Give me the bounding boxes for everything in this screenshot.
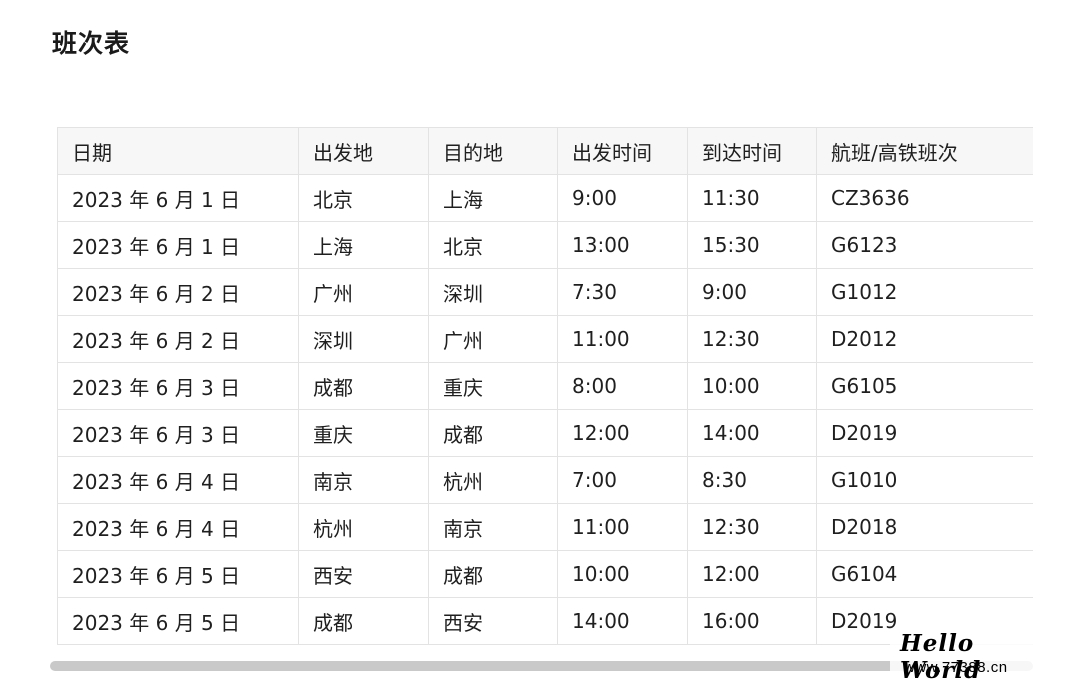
horizontal-scrollbar[interactable] [50, 661, 1033, 671]
header-date[interactable]: 日期 [57, 127, 299, 175]
header-train-flight-number[interactable]: 航班/高铁班次 [816, 127, 1033, 175]
cell-destination: 上海 [428, 174, 558, 222]
cell-number: G1012 [816, 268, 1033, 316]
cell-date: 2023 年 6 月 3 日 [57, 409, 299, 457]
cell-number: G1010 [816, 456, 1033, 504]
cell-departure-time: 8:00 [557, 362, 688, 410]
header-origin[interactable]: 出发地 [298, 127, 429, 175]
cell-origin: 深圳 [298, 315, 429, 363]
cell-arrival-time: 12:30 [687, 503, 817, 551]
table-header-row: 日期 出发地 目的地 出发时间 到达时间 航班/高铁班次 [57, 127, 1033, 175]
cell-number: G6104 [816, 550, 1033, 598]
table-row[interactable]: 2023 年 6 月 2 日 深圳 广州 11:00 12:30 D2012 [57, 315, 1033, 363]
cell-arrival-time: 10:00 [687, 362, 817, 410]
cell-destination: 成都 [428, 409, 558, 457]
cell-arrival-time: 9:00 [687, 268, 817, 316]
cell-date: 2023 年 6 月 3 日 [57, 362, 299, 410]
cell-number: D2012 [816, 315, 1033, 363]
scrollbar-thumb[interactable] [50, 661, 1033, 671]
cell-departure-time: 12:00 [557, 409, 688, 457]
table-row[interactable]: 2023 年 6 月 1 日 上海 北京 13:00 15:30 G6123 [57, 221, 1033, 269]
cell-departure-time: 7:00 [557, 456, 688, 504]
table-row[interactable]: 2023 年 6 月 5 日 西安 成都 10:00 12:00 G6104 [57, 550, 1033, 598]
cell-date: 2023 年 6 月 5 日 [57, 597, 299, 645]
table-viewport: 日期 出发地 目的地 出发时间 到达时间 航班/高铁班次 2023 年 6 月 … [57, 127, 1033, 655]
cell-destination: 成都 [428, 550, 558, 598]
cell-date: 2023 年 6 月 4 日 [57, 456, 299, 504]
cell-arrival-time: 11:30 [687, 174, 817, 222]
cell-date: 2023 年 6 月 2 日 [57, 268, 299, 316]
cell-departure-time: 11:00 [557, 503, 688, 551]
cell-origin: 成都 [298, 597, 429, 645]
cell-departure-time: 10:00 [557, 550, 688, 598]
table-row[interactable]: 2023 年 6 月 1 日 北京 上海 9:00 11:30 CZ3636 [57, 174, 1033, 222]
table-row[interactable]: 2023 年 6 月 4 日 杭州 南京 11:00 12:30 D2018 [57, 503, 1033, 551]
watermark: Hello World www.77388.cn [890, 630, 1050, 684]
cell-destination: 重庆 [428, 362, 558, 410]
cell-date: 2023 年 6 月 2 日 [57, 315, 299, 363]
cell-origin: 南京 [298, 456, 429, 504]
cell-date: 2023 年 6 月 4 日 [57, 503, 299, 551]
cell-destination: 深圳 [428, 268, 558, 316]
cell-date: 2023 年 6 月 1 日 [57, 221, 299, 269]
cell-arrival-time: 14:00 [687, 409, 817, 457]
header-arrival-time[interactable]: 到达时间 [687, 127, 817, 175]
cell-departure-time: 14:00 [557, 597, 688, 645]
table-row[interactable]: 2023 年 6 月 5 日 成都 西安 14:00 16:00 D2019 [57, 597, 1033, 645]
table-row[interactable]: 2023 年 6 月 3 日 成都 重庆 8:00 10:00 G6105 [57, 362, 1033, 410]
table-row[interactable]: 2023 年 6 月 2 日 广州 深圳 7:30 9:00 G1012 [57, 268, 1033, 316]
cell-departure-time: 7:30 [557, 268, 688, 316]
cell-origin: 杭州 [298, 503, 429, 551]
schedule-table: 日期 出发地 目的地 出发时间 到达时间 航班/高铁班次 2023 年 6 月 … [57, 127, 1033, 645]
cell-departure-time: 13:00 [557, 221, 688, 269]
table-row[interactable]: 2023 年 6 月 4 日 南京 杭州 7:00 8:30 G1010 [57, 456, 1033, 504]
cell-number: G6105 [816, 362, 1033, 410]
header-destination[interactable]: 目的地 [428, 127, 558, 175]
cell-origin: 西安 [298, 550, 429, 598]
cell-departure-time: 11:00 [557, 315, 688, 363]
cell-number: D2019 [816, 409, 1033, 457]
cell-date: 2023 年 6 月 5 日 [57, 550, 299, 598]
cell-origin: 北京 [298, 174, 429, 222]
table-row[interactable]: 2023 年 6 月 3 日 重庆 成都 12:00 14:00 D2019 [57, 409, 1033, 457]
cell-destination: 杭州 [428, 456, 558, 504]
page-title: 班次表 [52, 29, 131, 58]
cell-number: G6123 [816, 221, 1033, 269]
cell-number: D2018 [816, 503, 1033, 551]
cell-number: CZ3636 [816, 174, 1033, 222]
header-departure-time[interactable]: 出发时间 [557, 127, 688, 175]
cell-arrival-time: 12:00 [687, 550, 817, 598]
cell-origin: 重庆 [298, 409, 429, 457]
cell-departure-time: 9:00 [557, 174, 688, 222]
cell-destination: 南京 [428, 503, 558, 551]
cell-arrival-time: 8:30 [687, 456, 817, 504]
cell-origin: 广州 [298, 268, 429, 316]
watermark-url: www.77388.cn [904, 659, 1008, 676]
cell-arrival-time: 12:30 [687, 315, 817, 363]
cell-destination: 西安 [428, 597, 558, 645]
cell-origin: 成都 [298, 362, 429, 410]
cell-arrival-time: 15:30 [687, 221, 817, 269]
cell-destination: 广州 [428, 315, 558, 363]
cell-arrival-time: 16:00 [687, 597, 817, 645]
cell-destination: 北京 [428, 221, 558, 269]
cell-origin: 上海 [298, 221, 429, 269]
cell-date: 2023 年 6 月 1 日 [57, 174, 299, 222]
